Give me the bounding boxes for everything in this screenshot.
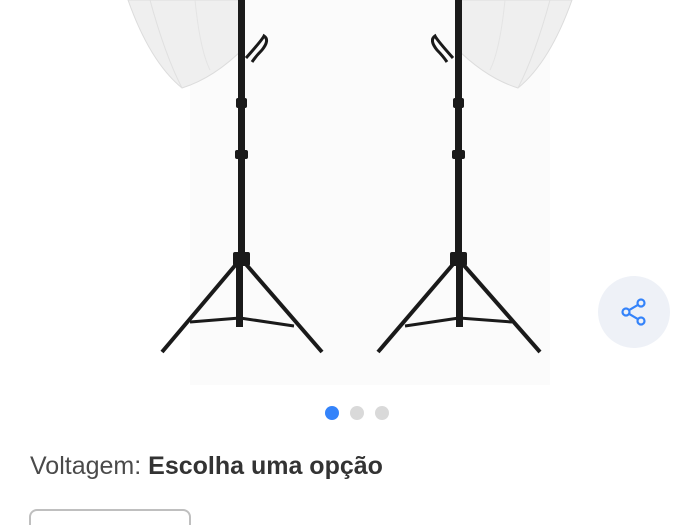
product-photo[interactable] <box>0 0 700 390</box>
product-photo-illustration <box>127 0 573 385</box>
share-button[interactable] <box>598 276 670 348</box>
product-page: Voltagem: Escolha uma opção <box>0 0 700 525</box>
carousel-dot-2[interactable] <box>350 406 364 420</box>
voltage-option-button[interactable] <box>29 509 191 525</box>
carousel-dot-1[interactable] <box>325 406 339 420</box>
variation-value: Escolha uma opção <box>148 452 383 480</box>
image-carousel-indicator <box>0 406 700 422</box>
share-icon <box>621 298 646 326</box>
variation-label: Voltagem: <box>30 452 142 480</box>
variation-picker-title: Voltagem: Escolha uma opção <box>30 452 383 481</box>
carousel-dot-3[interactable] <box>375 406 389 420</box>
